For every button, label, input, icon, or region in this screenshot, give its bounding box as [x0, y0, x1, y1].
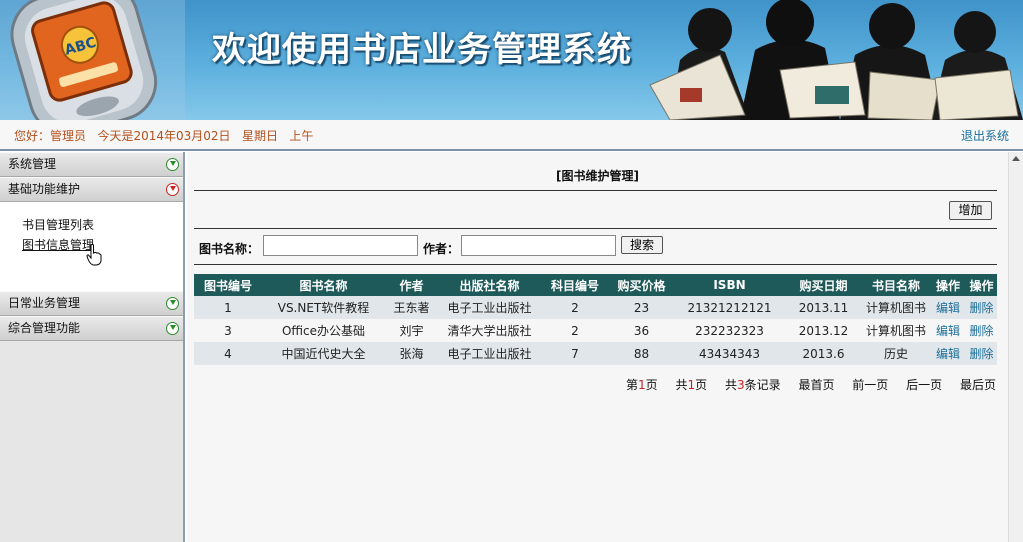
- sidebar-group-label: 综合管理功能: [8, 321, 81, 335]
- delete-link[interactable]: 删除: [969, 347, 993, 361]
- pagination: 第1页 共1页 共3条记录 最首页 前一页 后一页 最后页: [598, 376, 996, 393]
- main-panel: [图书维护管理] 增加 图书名称： 作者： 搜索 图书编号 图书名称 作者 出版…: [187, 152, 1008, 542]
- cell-publisher: 清华大学出版社: [438, 319, 541, 342]
- sidebar-group-label: 日常业务管理: [8, 296, 81, 310]
- prev-page-link[interactable]: 前一页: [852, 378, 888, 392]
- delete-link[interactable]: 删除: [969, 301, 993, 315]
- author-label: 作者：: [423, 242, 460, 256]
- newspaper-readers-illustration: [649, 0, 1023, 120]
- cell-date: 2013.6: [785, 342, 862, 365]
- col-header-delete: 操作: [966, 274, 997, 296]
- sidebar-item-book-info[interactable]: 图书信息管理: [22, 236, 183, 256]
- table-row: 3 Office办公基础 刘宇 清华大学出版社 2 36 232232323 2…: [194, 319, 997, 342]
- cell-category: 计算机图书: [862, 319, 930, 342]
- search-button[interactable]: 搜索: [621, 236, 663, 254]
- cell-category: 历史: [862, 342, 930, 365]
- sidebar-item-book-list[interactable]: 书目管理列表: [22, 216, 183, 236]
- sidebar-group-label: 基础功能维护: [8, 182, 81, 196]
- books-table: 图书编号 图书名称 作者 出版社名称 科目编号 购买价格 ISBN 购买日期 书…: [194, 274, 997, 365]
- cell-id: 3: [194, 319, 262, 342]
- cell-author: 张海: [385, 342, 438, 365]
- col-header-publisher: 出版社名称: [438, 274, 541, 296]
- expand-icon[interactable]: [166, 158, 179, 171]
- header-banner: ABC 欢迎使用书店业务管理系统: [0, 0, 1023, 120]
- cell-price: 36: [609, 319, 674, 342]
- author-input[interactable]: [461, 235, 616, 256]
- table-header-row: 图书编号 图书名称 作者 出版社名称 科目编号 购买价格 ISBN 购买日期 书…: [194, 274, 997, 296]
- cell-publisher: 电子工业出版社: [438, 296, 541, 319]
- sidebar-group-daily[interactable]: 日常业务管理: [0, 291, 183, 316]
- cell-publisher: 电子工业出版社: [438, 342, 541, 365]
- col-header-subject: 科目编号: [541, 274, 609, 296]
- table-row: 4 中国近代史大全 张海 电子工业出版社 7 88 43434343 2013.…: [194, 342, 997, 365]
- edit-link[interactable]: 编辑: [936, 347, 960, 361]
- delete-link[interactable]: 删除: [969, 324, 993, 338]
- cell-id: 4: [194, 342, 262, 365]
- cell-author: 王东著: [385, 296, 438, 319]
- sidebar-group-label: 系统管理: [8, 157, 57, 171]
- status-bar: 您好：管理员 今天是2014年03月02日 星期日 上午 退出系统: [0, 120, 1023, 151]
- cell-name: Office办公基础: [262, 319, 385, 342]
- cell-name: VS.NET软件教程: [262, 296, 385, 319]
- cell-price: 23: [609, 296, 674, 319]
- logout-link[interactable]: 退出系统: [961, 127, 1009, 144]
- edit-link[interactable]: 编辑: [936, 301, 960, 315]
- cell-subject: 7: [541, 342, 609, 365]
- cell-date: 2013.12: [785, 319, 862, 342]
- col-header-category: 书目名称: [862, 274, 930, 296]
- cell-delete: 删除: [966, 342, 997, 365]
- col-header-author: 作者: [385, 274, 438, 296]
- cell-subject: 2: [541, 319, 609, 342]
- col-header-isbn: ISBN: [674, 274, 785, 296]
- sidebar-group-integrated[interactable]: 综合管理功能: [0, 316, 183, 341]
- cell-isbn: 232232323: [674, 319, 785, 342]
- col-header-price: 购买价格: [609, 274, 674, 296]
- cell-delete: 删除: [966, 296, 997, 319]
- phone-logo-icon: ABC: [0, 0, 185, 120]
- cell-delete: 删除: [966, 319, 997, 342]
- expand-icon[interactable]: [166, 322, 179, 335]
- book-name-input[interactable]: [263, 235, 418, 256]
- sidebar: 系统管理 基础功能维护 书目管理列表 图书信息管理 日常业务管理 综合管理功能: [0, 152, 185, 542]
- cell-subject: 2: [541, 296, 609, 319]
- cell-category: 计算机图书: [862, 296, 930, 319]
- cell-id: 1: [194, 296, 262, 319]
- cell-author: 刘宇: [385, 319, 438, 342]
- cell-price: 88: [609, 342, 674, 365]
- divider: [194, 264, 997, 265]
- hand-cursor-icon: [86, 244, 102, 266]
- sidebar-group-system[interactable]: 系统管理: [0, 152, 183, 177]
- next-page-link[interactable]: 后一页: [906, 378, 942, 392]
- col-header-id: 图书编号: [194, 274, 262, 296]
- collapse-icon[interactable]: [166, 183, 179, 196]
- page-title: [图书维护管理]: [556, 169, 639, 183]
- greeting-text: 您好：管理员 今天是2014年03月02日 星期日 上午: [14, 129, 314, 143]
- cell-date: 2013.11: [785, 296, 862, 319]
- edit-link[interactable]: 编辑: [936, 324, 960, 338]
- add-button[interactable]: 增加: [949, 201, 992, 220]
- divider: [194, 190, 997, 191]
- sidebar-group-basic[interactable]: 基础功能维护: [0, 177, 183, 202]
- total-pages-info: 共1页: [675, 378, 708, 392]
- last-page-link[interactable]: 最后页: [960, 378, 996, 392]
- cell-isbn: 43434343: [674, 342, 785, 365]
- cell-edit: 编辑: [930, 319, 966, 342]
- book-name-label: 图书名称：: [199, 242, 260, 256]
- col-header-name: 图书名称: [262, 274, 385, 296]
- divider: [194, 228, 997, 229]
- total-records-info: 共3条记录: [724, 378, 781, 392]
- current-page-info: 第1页: [625, 378, 658, 392]
- cell-name: 中国近代史大全: [262, 342, 385, 365]
- cell-isbn: 21321212121: [674, 296, 785, 319]
- vertical-scrollbar[interactable]: [1008, 152, 1023, 542]
- col-header-edit: 操作: [930, 274, 966, 296]
- banner-title: 欢迎使用书店业务管理系统: [212, 30, 632, 70]
- cell-edit: 编辑: [930, 296, 966, 319]
- cell-edit: 编辑: [930, 342, 966, 365]
- expand-icon[interactable]: [166, 297, 179, 310]
- col-header-date: 购买日期: [785, 274, 862, 296]
- first-page-link[interactable]: 最首页: [798, 378, 834, 392]
- scroll-up-icon[interactable]: [1012, 156, 1020, 161]
- table-row: 1 VS.NET软件教程 王东著 电子工业出版社 2 23 2132121212…: [194, 296, 997, 319]
